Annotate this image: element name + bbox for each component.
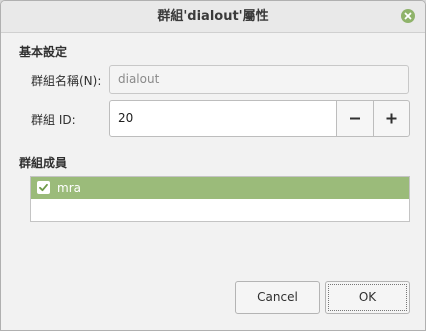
cancel-button[interactable]: Cancel — [235, 281, 320, 314]
group-name-label: 群組名稱(N): — [31, 74, 102, 88]
group-members-heading: 群組成員 — [19, 156, 68, 170]
close-icon — [404, 12, 412, 20]
member-checkbox[interactable] — [37, 181, 50, 194]
list-item[interactable]: mra — [31, 177, 409, 199]
close-button[interactable] — [401, 9, 415, 23]
group-id-input[interactable]: 20 — [109, 100, 337, 137]
minus-icon — [350, 117, 360, 120]
plus-icon — [386, 113, 397, 124]
decrement-button[interactable] — [336, 100, 374, 137]
members-list: mra — [30, 176, 410, 222]
dialog-title: 群組'dialout'屬性 — [157, 9, 269, 24]
group-id-label: 群組 ID: — [31, 113, 76, 127]
title-bar[interactable]: 群組'dialout'屬性 — [1, 1, 425, 33]
group-name-field[interactable]: dialout — [109, 65, 409, 94]
ok-button[interactable]: OK — [325, 281, 410, 314]
basic-settings-heading: 基本設定 — [19, 45, 68, 59]
check-icon — [39, 183, 48, 192]
dialog-window: 群組'dialout'屬性 基本設定 群組名稱(N): dialout 群組 I… — [0, 0, 426, 331]
member-name: mra — [57, 181, 81, 195]
increment-button[interactable] — [373, 100, 410, 137]
